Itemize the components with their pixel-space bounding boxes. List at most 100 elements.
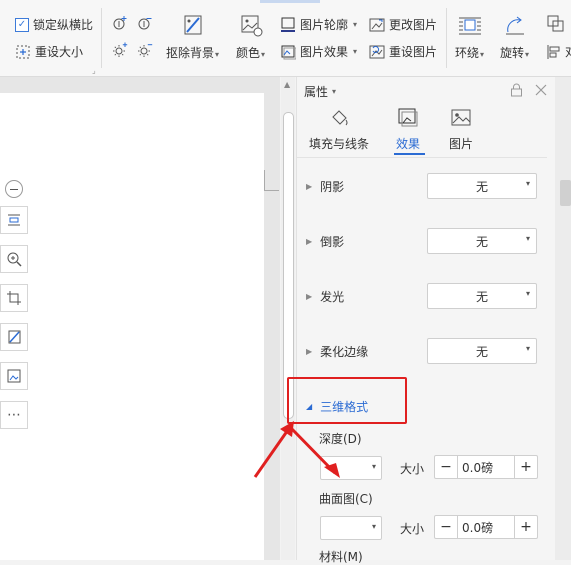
expand-arrow-icon: ▶ (306, 347, 313, 356)
ribbon-separator (101, 8, 102, 68)
section-shadow-label: 阴影 (320, 180, 345, 194)
active-tab-underline (394, 153, 425, 155)
layout-options-button[interactable] (0, 206, 28, 234)
layout-options-icon (6, 212, 22, 228)
picture-outline-icon (280, 17, 296, 33)
picture-outline-label: 图片轮廓 (300, 18, 349, 32)
increment-icon[interactable]: + (515, 516, 537, 538)
chevron-down-icon: ▾ (525, 179, 530, 188)
reset-picture-button[interactable]: 重设图片 (369, 43, 437, 60)
crop-add-icon[interactable] (112, 15, 128, 31)
group-icon[interactable] (547, 15, 565, 33)
change-picture-button[interactable]: 更改图片 (369, 16, 437, 33)
section-soft-edges-label: 柔化边缘 (320, 345, 369, 359)
scrollbar-thumb[interactable] (283, 112, 294, 419)
lock-icon[interactable] (510, 83, 523, 97)
depth-size-stepper[interactable]: − 0.0磅 + (434, 455, 538, 479)
chevron-down-icon: ▾ (371, 522, 376, 531)
crop-button[interactable] (0, 284, 28, 312)
lock-ratio-checkbox[interactable]: ✓ 锁定纵横比 (15, 16, 93, 33)
chevron-down-icon: ▾ (371, 462, 376, 471)
rotate-icon (502, 14, 528, 38)
reset-size-button[interactable]: 重设大小 (15, 43, 83, 60)
fill-bucket-icon (328, 107, 350, 129)
ribbon-separator (446, 8, 447, 68)
chevron-down-icon: ▾ (525, 234, 530, 243)
zoom-in-icon (6, 251, 22, 267)
panel-scroll-thumb[interactable] (560, 180, 571, 206)
contour-size-stepper[interactable]: − 0.0磅 + (434, 515, 538, 539)
contour-size-value[interactable]: 0.0磅 (457, 516, 515, 538)
remove-background-label: 抠除背景 (166, 46, 215, 60)
annotation-arrow-icon (253, 421, 340, 478)
decrement-icon[interactable]: − (435, 516, 457, 538)
chevron-down-icon: ▾ (525, 289, 530, 298)
color-picture-icon (238, 14, 264, 38)
picture-outline-button[interactable]: 图片轮廓 ▾ (280, 16, 357, 33)
panel-title[interactable]: 属性 ▾ (304, 83, 336, 100)
picture-effects-label: 图片效果 (300, 45, 349, 59)
color-button[interactable]: 颜色▾ (236, 14, 265, 61)
picture-swap-icon (6, 368, 22, 384)
contour-size-label: 大小 (400, 522, 425, 536)
remove-background-icon (180, 14, 206, 38)
checkbox-checked-icon: ✓ (15, 17, 29, 32)
more-icon: ⋯ (7, 407, 21, 423)
chevron-down-icon: ▾ (525, 344, 530, 353)
tab-picture[interactable]: 图片 (449, 107, 473, 152)
increment-icon[interactable]: + (515, 456, 537, 478)
align-button[interactable]: 对 (547, 43, 571, 60)
reset-size-icon (15, 44, 31, 60)
decrement-icon[interactable]: − (435, 456, 457, 478)
wrap-text-label: 环绕 (455, 46, 480, 60)
active-tab-indicator (260, 0, 320, 3)
brightness-down-icon[interactable] (137, 42, 153, 58)
brightness-up-icon[interactable] (112, 42, 128, 58)
remove-bg-float-button[interactable] (0, 323, 28, 351)
rotate-button[interactable]: 旋转▾ (500, 14, 529, 61)
soft-edges-value: 无 (475, 344, 488, 359)
wrap-text-button[interactable]: 环绕▾ (455, 14, 484, 61)
scroll-up-icon[interactable]: ▲ (284, 80, 290, 89)
expand-arrow-icon: ▶ (306, 182, 313, 191)
reflection-dropdown[interactable]: 无 ▾ (427, 228, 537, 254)
crop-subtract-icon[interactable] (137, 15, 153, 31)
section-reflection[interactable]: ▶ 倒影 (306, 233, 344, 250)
section-glow-label: 发光 (320, 290, 345, 304)
lock-ratio-label: 锁定纵横比 (33, 18, 94, 32)
soft-edges-dropdown[interactable]: 无 ▾ (427, 338, 537, 364)
close-icon[interactable] (535, 84, 547, 96)
tab-picture-label: 图片 (449, 137, 474, 151)
remove-background-button[interactable]: 抠除背景▾ (166, 14, 219, 61)
align-label: 对 (565, 43, 571, 60)
more-options-button[interactable]: ⋯ (0, 401, 28, 429)
change-picture-float-button[interactable] (0, 362, 28, 390)
collapse-toolbar-button[interactable] (5, 180, 23, 198)
tab-fill-line[interactable]: 填充与线条 (309, 107, 369, 152)
picture-icon (450, 107, 472, 129)
group-expand-icon[interactable]: ⌟ (92, 66, 96, 75)
tab-effects-label: 效果 (396, 137, 421, 151)
zoom-button[interactable] (0, 245, 28, 273)
document-page[interactable] (0, 93, 264, 560)
section-soft-edges[interactable]: ▶ 柔化边缘 (306, 343, 368, 360)
picture-effects-icon (280, 44, 296, 60)
change-picture-icon (369, 17, 385, 33)
section-shadow[interactable]: ▶ 阴影 (306, 178, 344, 195)
contour-color-dropdown[interactable]: ▾ (320, 516, 382, 540)
minus-icon (10, 188, 18, 190)
section-glow[interactable]: ▶ 发光 (306, 288, 344, 305)
depth-size-value[interactable]: 0.0磅 (457, 456, 515, 478)
reset-picture-icon (369, 44, 385, 60)
rotate-label: 旋转 (500, 46, 525, 60)
tab-effects[interactable]: 效果 (396, 107, 420, 152)
expand-arrow-icon: ▶ (306, 237, 313, 246)
reflection-value: 无 (475, 234, 488, 249)
effects-icon (397, 107, 419, 129)
shadow-dropdown[interactable]: 无 ▾ (427, 173, 537, 199)
tab-divider (297, 157, 547, 158)
picture-effects-button[interactable]: 图片效果 ▾ (280, 43, 357, 60)
reset-size-label: 重设大小 (35, 45, 84, 59)
page-corner-marker (264, 170, 279, 191)
glow-dropdown[interactable]: 无 ▾ (427, 283, 537, 309)
